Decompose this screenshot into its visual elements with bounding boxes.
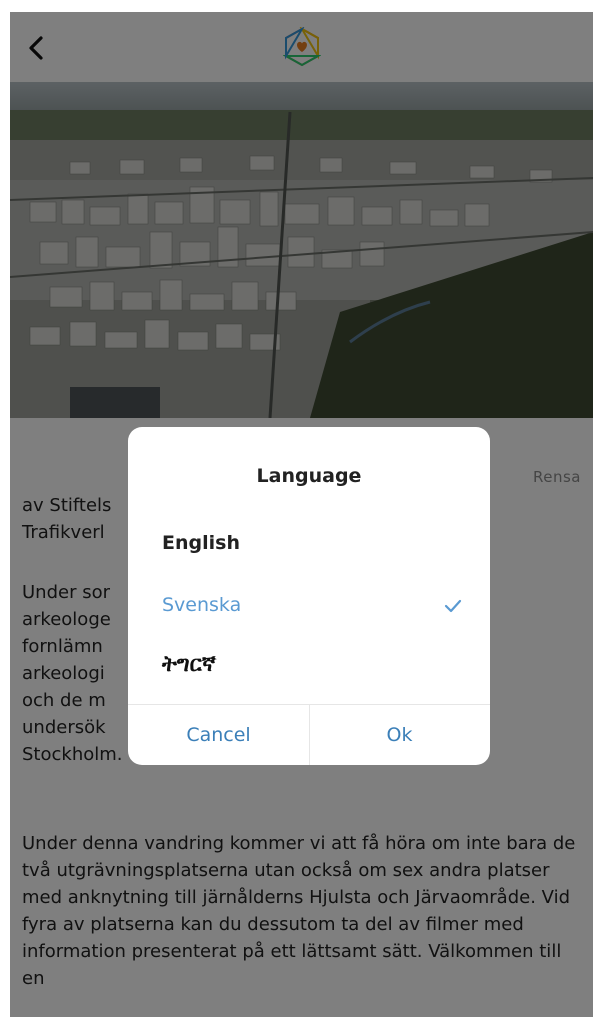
dialog-title: Language [256,465,362,487]
checkmark-icon [444,599,462,613]
ok-button[interactable]: Ok [309,705,490,765]
dialog-button-row: Cancel Ok [128,704,490,765]
language-option-tigrinya[interactable]: ትግርኛ [162,652,462,677]
cancel-button[interactable]: Cancel [128,705,310,765]
app-screen: Rensa av StiftelsdTrafikverl Under sor:e… [10,12,593,1017]
language-option-english[interactable]: English [162,532,462,554]
language-option-svenska[interactable]: Svenska [162,594,462,616]
language-dialog: Language English Svenska ትግርኛ Cancel Ok [128,427,490,765]
